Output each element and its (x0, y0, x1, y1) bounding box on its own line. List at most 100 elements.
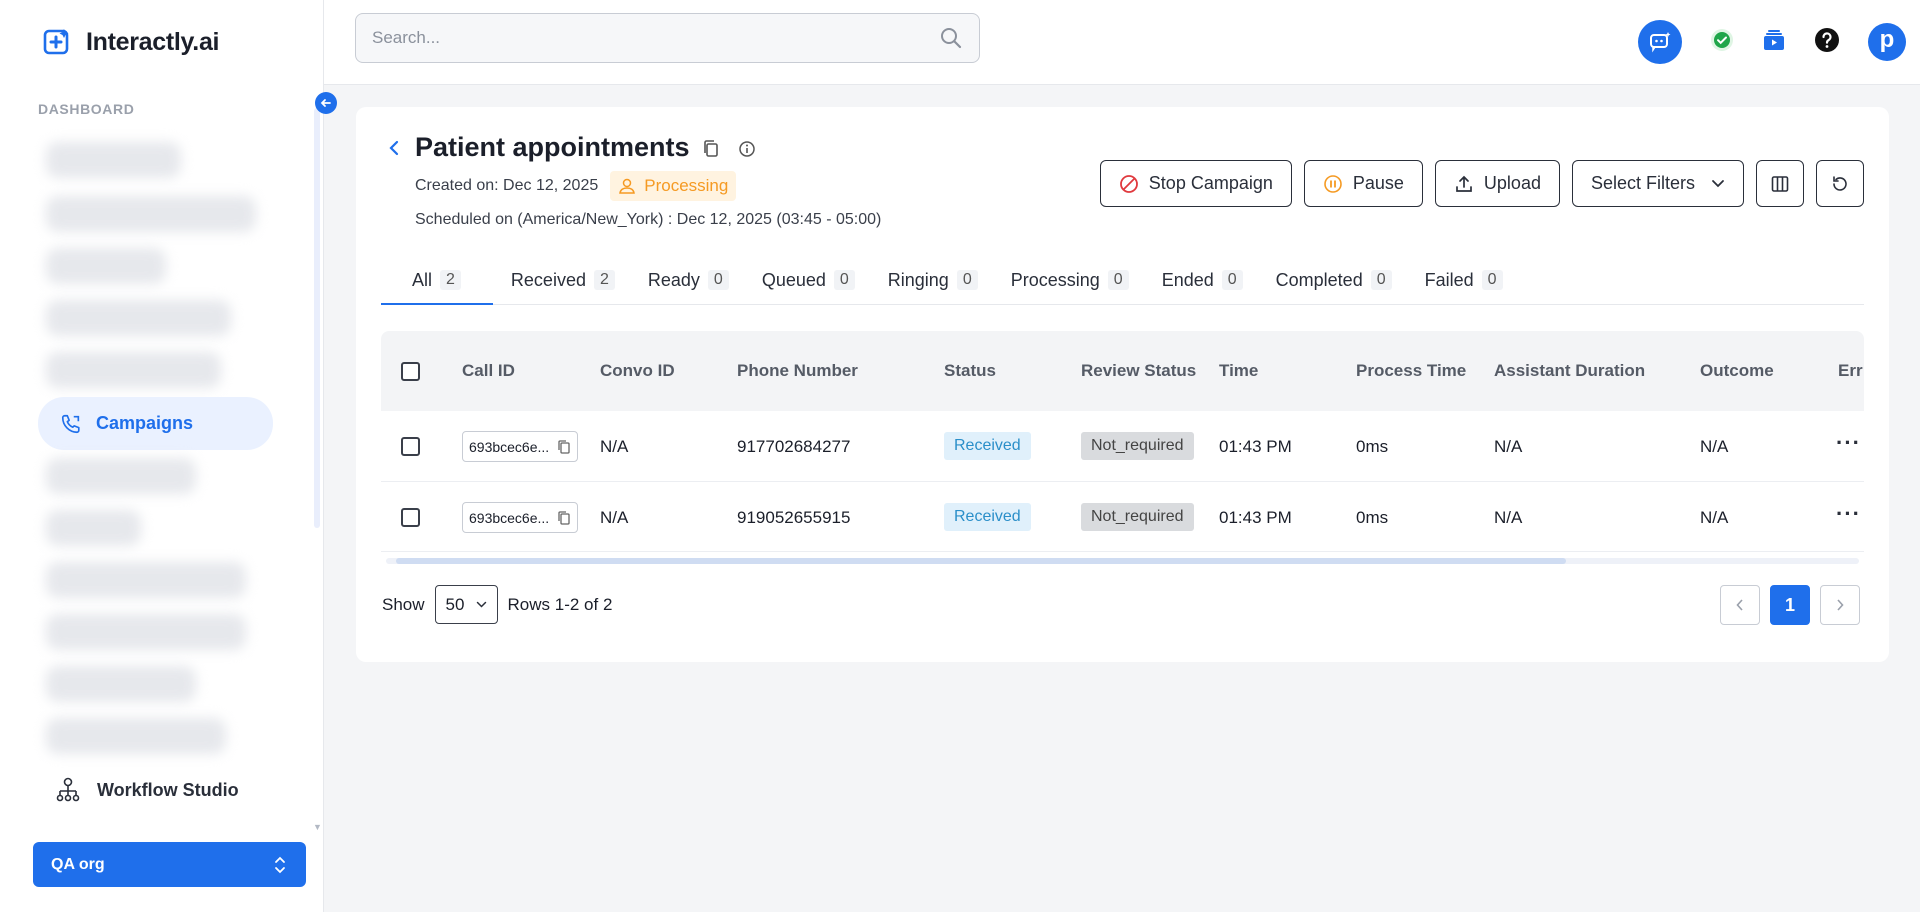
collapse-sidebar-button[interactable] (315, 92, 337, 114)
refresh-button[interactable] (1816, 160, 1864, 207)
tab-count: 0 (707, 270, 729, 290)
column-header[interactable]: Phone Number (737, 361, 858, 381)
tab-count: 2 (440, 270, 461, 290)
columns-button[interactable] (1756, 160, 1804, 207)
search-box[interactable] (355, 13, 980, 63)
column-header[interactable]: Process Time (1356, 361, 1466, 381)
call-id-pill[interactable]: 693bcec6e... (462, 502, 579, 533)
sidebar-item-blurred[interactable] (46, 614, 246, 650)
next-page-button[interactable] (1820, 585, 1860, 625)
column-header[interactable]: Convo ID (600, 361, 675, 381)
call-id: 693bcec6e... (469, 509, 550, 526)
status-badge-label: Processing (644, 176, 729, 195)
scrollbar-thumb[interactable] (396, 558, 1566, 564)
table-row[interactable]: 693bcec6e... N/A 919052655915 Received N… (381, 482, 1864, 552)
page-button-current[interactable]: 1 (1770, 585, 1810, 625)
call-id-pill[interactable]: 693bcec6e... (462, 431, 579, 462)
sidebar-item-blurred[interactable] (46, 352, 221, 388)
copy-icon[interactable] (557, 510, 571, 526)
pause-button[interactable]: Pause (1303, 160, 1423, 207)
app-name: Interactly.ai (86, 27, 220, 56)
process-time: 0ms (1356, 508, 1389, 527)
sidebar-item-blurred[interactable] (46, 142, 181, 178)
column-header[interactable]: Outcome (1700, 361, 1774, 381)
sidebar-item-blurred[interactable] (46, 458, 196, 494)
horizontal-scrollbar[interactable] (386, 558, 1859, 564)
rows-count: Rows 1-2 of 2 (507, 594, 613, 614)
search-icon[interactable] (939, 26, 963, 50)
copy-icon[interactable] (702, 139, 720, 159)
column-header[interactable]: Call ID (462, 361, 515, 381)
tab-count: 0 (1370, 270, 1392, 290)
help-icon[interactable] (1814, 27, 1840, 58)
tab-ended[interactable]: Ended 0 (1151, 257, 1257, 305)
time: 01:43 PM (1219, 508, 1292, 527)
sidebar-item-blurred[interactable] (46, 196, 256, 232)
scroll-down-arrow-icon[interactable]: ▼ (313, 822, 322, 832)
sidebar-item-blurred[interactable] (46, 718, 226, 754)
tab-label: All (412, 270, 433, 290)
tab-failed[interactable]: Failed 0 (1414, 257, 1517, 305)
review-status-badge: Not_required (1081, 503, 1194, 531)
more-options-icon[interactable]: ··· (1836, 430, 1861, 456)
tab-queued[interactable]: Queued 0 (751, 257, 869, 305)
page-title: Patient appointments (415, 132, 690, 162)
sidebar-item-campaigns[interactable]: Campaigns (38, 397, 273, 450)
more-options-icon[interactable]: ··· (1836, 501, 1861, 527)
sidebar-item-blurred[interactable] (46, 562, 246, 598)
row-checkbox[interactable] (401, 437, 420, 456)
review-status-badge: Not_required (1081, 432, 1194, 460)
ai-assistant-button[interactable] (1638, 20, 1682, 64)
section-label: DASHBOARD (38, 101, 135, 117)
tab-ringing[interactable]: Ringing 0 (877, 257, 992, 305)
sidebar-item-workflow-studio[interactable]: Workflow Studio (55, 776, 239, 804)
tab-processing[interactable]: Processing 0 (1000, 257, 1143, 305)
stop-campaign-button[interactable]: Stop Campaign (1099, 160, 1292, 207)
sidebar-item-blurred[interactable] (46, 248, 166, 284)
table-row[interactable]: 693bcec6e... N/A 917702684277 Received N… (381, 412, 1864, 482)
select-filters-dropdown[interactable]: Select Filters (1571, 160, 1744, 207)
logo[interactable]: Interactly.ai (42, 26, 220, 58)
column-header[interactable]: Assistant Duration (1494, 361, 1645, 381)
upload-button[interactable]: Upload (1434, 160, 1560, 207)
created-on: Created on: Dec 12, 2025 (415, 177, 599, 194)
column-header[interactable]: Status (944, 361, 996, 381)
sidebar-item-blurred[interactable] (46, 510, 141, 546)
org-switcher[interactable]: QA org (33, 842, 306, 887)
row-checkbox[interactable] (401, 508, 420, 527)
outcome: N/A (1700, 437, 1729, 456)
column-header[interactable]: Review Status (1081, 361, 1196, 381)
tab-received[interactable]: Received 2 (501, 257, 629, 305)
page-size-select[interactable]: 50 (434, 585, 498, 624)
tab-count: 0 (1107, 270, 1129, 290)
pause-label: Pause (1352, 173, 1404, 193)
prev-page-button[interactable] (1720, 585, 1760, 625)
tab-label: Processing (1010, 270, 1100, 290)
info-icon[interactable] (738, 140, 756, 158)
tab-label: Ringing (887, 270, 949, 290)
back-chevron-icon[interactable] (388, 139, 400, 163)
copy-icon[interactable] (557, 439, 571, 455)
tab-completed[interactable]: Completed 0 (1265, 257, 1406, 305)
media-icon[interactable] (1762, 28, 1786, 57)
status-tabs: All 2 Received 2 Ready 0 Queued 0 Ringin… (381, 257, 1864, 305)
status-ok-icon[interactable] (1710, 28, 1734, 57)
convo-id: N/A (600, 437, 629, 456)
campaign-card: Patient appointments Created on: Dec 12,… (356, 107, 1889, 662)
sidebar-item-blurred[interactable] (46, 300, 231, 336)
status-badge: Received (944, 432, 1031, 460)
sidebar-item-blurred[interactable] (46, 666, 196, 702)
tab-ready[interactable]: Ready 0 (637, 257, 743, 305)
title-icons (702, 139, 756, 159)
column-header[interactable]: Err (1838, 361, 1863, 381)
tab-label: Ready (647, 270, 700, 290)
search-input[interactable] (372, 28, 939, 48)
sidebar-scrollbar[interactable] (314, 108, 320, 528)
tab-all[interactable]: All 2 (381, 257, 493, 305)
column-header[interactable]: Time (1219, 361, 1258, 381)
select-all-checkbox[interactable] (401, 362, 420, 381)
avatar[interactable]: p (1868, 23, 1906, 61)
created-row: Created on: Dec 12, 2025 Processing (415, 171, 737, 201)
pause-icon (1324, 174, 1342, 193)
show-label: Show (382, 594, 425, 614)
